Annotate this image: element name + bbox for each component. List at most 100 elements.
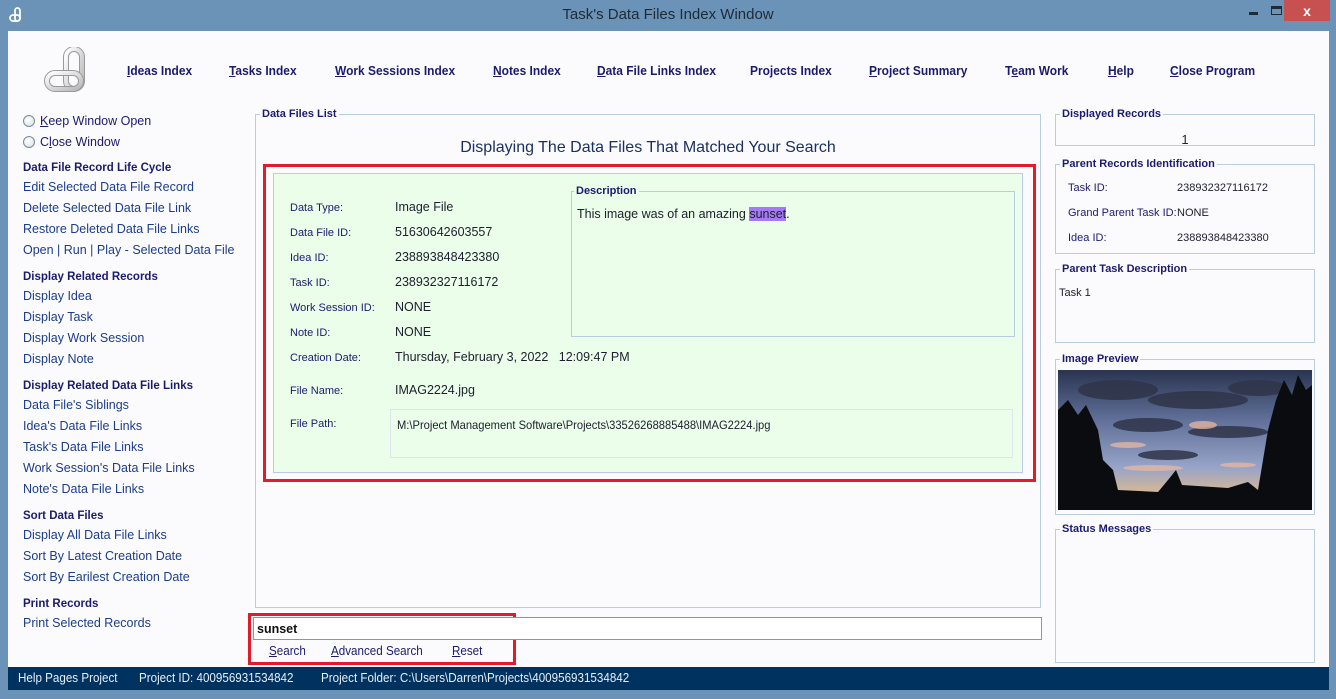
field-value-task-id: 238932327116172 (395, 275, 499, 289)
nav-ideas-index[interactable]: Ideas Index (127, 63, 192, 78)
sidebar-link-display-task[interactable]: Display Task (23, 307, 253, 328)
parent-record-label: Task ID: (1068, 182, 1108, 194)
data-files-list-legend: Data Files List (262, 108, 337, 120)
nav-label-rest: elp (1116, 63, 1134, 78)
status-project-folder: Project Folder: C:\Users\Darren\Projects… (321, 671, 630, 685)
field-label-idea-id: Idea ID: (290, 252, 329, 264)
status-messages-group: Status Messages (1055, 523, 1315, 663)
field-label-task-id: Task ID: (290, 277, 330, 289)
sidebar-section-heading: Sort Data Files (23, 510, 104, 522)
status-messages-legend: Status Messages (1062, 523, 1152, 535)
field-label-note-id: Note ID: (290, 327, 331, 339)
nav-label-rest: deas Index (130, 63, 193, 78)
nav-work-sessions-index[interactable]: Work Sessions Index (335, 63, 455, 78)
parent-task-description-group: Parent Task Description Task 1 (1055, 263, 1315, 343)
nav-team-work[interactable]: Team Work (1005, 63, 1068, 78)
status-bar: Help Pages Project Project ID: 400956931… (8, 667, 1329, 690)
nav-label-rest: asks Index (235, 63, 297, 78)
sidebar-link-delete-selected-data-file-link[interactable]: Delete Selected Data File Link (23, 198, 253, 219)
nav-notes-index[interactable]: Notes Index (493, 63, 561, 78)
image-preview-legend: Image Preview (1062, 353, 1139, 365)
sidebar-section-heading: Display Related Data File Links (23, 380, 194, 392)
sidebar-link-print-selected-records[interactable]: Print Selected Records (23, 613, 253, 634)
sidebar-link-display-idea[interactable]: Display Idea (23, 286, 253, 307)
maximize-icon (1270, 6, 1282, 15)
description-legend: Description (576, 185, 637, 197)
field-label-data-type: Data Type: (290, 202, 343, 214)
nav-label-text: Projects Index (750, 63, 832, 78)
sidebar-link-task-s-data-file-links[interactable]: Task's Data File Links (23, 437, 253, 458)
image-preview-group: Image Preview (1055, 353, 1315, 515)
parent-record-value: 238893848423380 (1177, 232, 1269, 244)
field-value-data-file-id: 51630642603557 (395, 225, 493, 239)
results-heading: Displaying The Data Files That Matched Y… (460, 139, 836, 156)
field-value-data-type: Image File (395, 200, 454, 214)
nav-help[interactable]: Help (1108, 63, 1134, 78)
field-value-note-id: NONE (395, 325, 432, 339)
button-label: eset (460, 644, 483, 658)
sidebar-link-display-note[interactable]: Display Note (23, 349, 253, 370)
parent-records-group: Parent Records Identification Task ID: 23… (1055, 158, 1315, 254)
sidebar: Keep Window Open Close Window Data File Re… (23, 110, 253, 634)
sidebar-section-heading: Display Related Records (23, 271, 158, 283)
nav-label-accel: P (869, 63, 877, 78)
nav-data-file-links-index[interactable]: Data File Links Index (597, 63, 716, 78)
keep-window-open-radio[interactable]: Keep Window Open (23, 110, 253, 131)
sidebar-link-display-work-session[interactable]: Display Work Session (23, 328, 253, 349)
search-button[interactable]: Search (269, 644, 306, 658)
sidebar-link-edit-selected-data-file-record[interactable]: Edit Selected Data File Record (23, 177, 253, 198)
field-label-work-session-id: Work Session ID: (290, 302, 375, 314)
sidebar-link-restore-deleted-data-file-links[interactable]: Restore Deleted Data File Links (23, 219, 253, 240)
data-file-record[interactable]: Description This image was of an amazing… (273, 173, 1023, 473)
field-label-file-name: File Name: (290, 385, 344, 397)
field-label-data-file-id: Data File ID: (290, 227, 352, 239)
nav-projects-index[interactable]: Projects Index (750, 63, 832, 78)
radio-label: Keep Window Open (40, 113, 152, 128)
sidebar-link-display-all-data-file-links[interactable]: Display All Data File Links (23, 525, 253, 546)
app-logo-link-icon (44, 47, 85, 92)
nav-label-rest: otes Index (501, 63, 561, 78)
button-label: dvanced Search (338, 644, 423, 658)
advanced-search-button[interactable]: Advanced Search (331, 644, 423, 658)
field-value-idea-id: 238893848423380 (395, 250, 500, 264)
reset-button[interactable]: Reset (452, 644, 482, 658)
image-preview-sunset[interactable] (1058, 370, 1312, 510)
sidebar-link-open-run-play-selected-data-file[interactable]: Open | Run | Play - Selected Data File (23, 240, 253, 261)
sidebar-link-work-session-s-data-file-links[interactable]: Work Session's Data File Links (23, 458, 253, 479)
minimize-icon (1248, 12, 1258, 15)
sidebar-link-data-file-s-siblings[interactable]: Data File's Siblings (23, 395, 253, 416)
close-button[interactable]: x (1284, 0, 1330, 21)
description-text-before: This image was of an amazing (577, 207, 750, 221)
field-value-file-name: IMAG2224.jpg (395, 383, 475, 397)
field-label-file-path: File Path: (290, 418, 337, 430)
parent-record-value: NONE (1177, 207, 1209, 219)
sidebar-link-sort-by-latest-creation-date[interactable]: Sort By Latest Creation Date (23, 546, 253, 567)
description-group: Description This image was of an amazing… (571, 185, 1015, 337)
nav-tasks-index[interactable]: Tasks Index (229, 63, 297, 78)
search-match-highlight: sunset (749, 207, 787, 221)
field-value-creation-date: Thursday, February 3, 2022 12:09:47 PM (395, 350, 630, 364)
displayed-records-group: Displayed Records 1 (1055, 108, 1315, 147)
parent-records-legend: Parent Records Identification (1062, 158, 1215, 170)
radio-icon (23, 114, 35, 127)
close-window-radio[interactable]: Close Window (23, 131, 253, 152)
parent-record-value: 238932327116172 (1177, 182, 1268, 194)
field-value-work-session-id: NONE (395, 300, 432, 314)
sidebar-link-idea-s-data-file-links[interactable]: Idea's Data File Links (23, 416, 253, 437)
search-input[interactable] (253, 617, 1042, 640)
sidebar-link-sort-by-earilest-creation-date[interactable]: Sort By Earilest Creation Date (23, 567, 253, 588)
close-icon: x (1303, 2, 1311, 19)
sidebar-section-heading: Print Records (23, 598, 99, 610)
nav-label-rest: roject Summary (876, 63, 968, 78)
parent-task-description-text: Task 1 (1059, 287, 1091, 299)
sidebar-link-note-s-data-file-links[interactable]: Note's Data File Links (23, 479, 253, 500)
displayed-records-count: 1 (1181, 132, 1189, 147)
parent-task-description-legend: Parent Task Description (1062, 263, 1188, 275)
displayed-records-legend: Displayed Records (1062, 108, 1162, 120)
nav-project-summary[interactable]: Project Summary (869, 63, 967, 78)
field-label-creation-date: Creation Date: (290, 352, 361, 364)
nav-label-rest: ork Sessions Index (346, 63, 456, 78)
nav-close-program[interactable]: Close Program (1170, 63, 1255, 78)
nav-label-accel: W (335, 63, 347, 78)
file-path-box: M:\Project Management Software\Projects\… (390, 409, 1013, 458)
